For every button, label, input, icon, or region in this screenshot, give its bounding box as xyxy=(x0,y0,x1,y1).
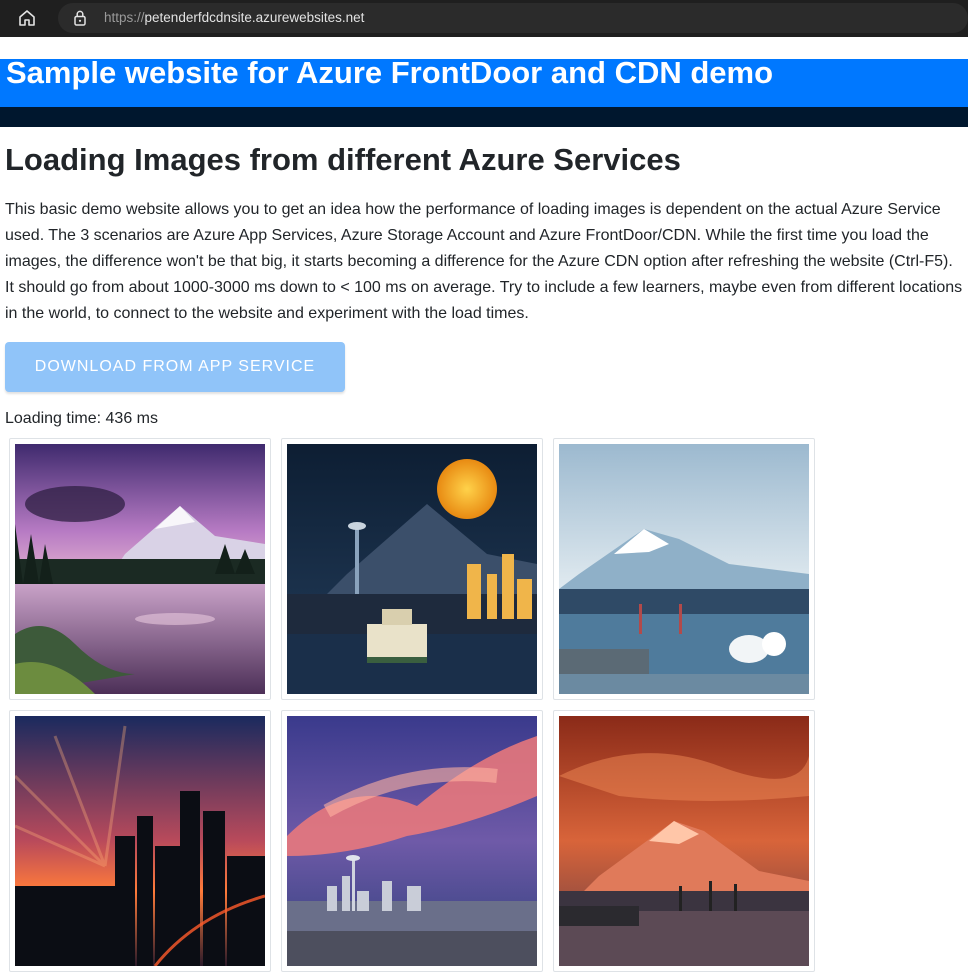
browser-toolbar: https://petenderfdcdnsite.azurewebsites.… xyxy=(0,0,968,37)
site-title: Sample website for Azure FrontDoor and C… xyxy=(6,55,774,90)
loading-time-label: Loading time: xyxy=(5,410,102,427)
gallery-image[interactable] xyxy=(559,444,809,694)
url-scheme: https:// xyxy=(104,10,145,25)
home-icon xyxy=(19,10,35,26)
gallery-image[interactable] xyxy=(287,716,537,966)
intro-paragraph: This basic demo website allows you to ge… xyxy=(5,201,963,322)
gallery-card xyxy=(9,710,271,972)
site-header: Sample website for Azure FrontDoor and C… xyxy=(0,55,968,107)
url-host: petenderfdcdnsite.azurewebsites.net xyxy=(144,10,365,25)
gallery-image[interactable] xyxy=(559,716,809,966)
download-from-app-service-button[interactable]: DOWNLOAD FROM APP SERVICE xyxy=(5,342,345,392)
gallery-card xyxy=(553,710,815,972)
gallery-card xyxy=(553,438,815,700)
page-heading: Loading Images from different Azure Serv… xyxy=(5,142,681,177)
loading-time: Loading time: 436 ms xyxy=(5,410,158,428)
header-dark-strip xyxy=(0,107,968,127)
gallery-card xyxy=(281,438,543,700)
gallery-card xyxy=(281,710,543,972)
gallery-card xyxy=(9,438,271,700)
gallery-image[interactable] xyxy=(15,444,265,694)
home-button[interactable] xyxy=(12,4,42,32)
gallery-image[interactable] xyxy=(287,444,537,694)
lock-icon[interactable] xyxy=(72,9,88,27)
loading-time-value: 436 ms xyxy=(105,410,158,427)
gallery-image[interactable] xyxy=(15,716,265,966)
url-text[interactable]: https://petenderfdcdnsite.azurewebsites.… xyxy=(104,10,364,25)
